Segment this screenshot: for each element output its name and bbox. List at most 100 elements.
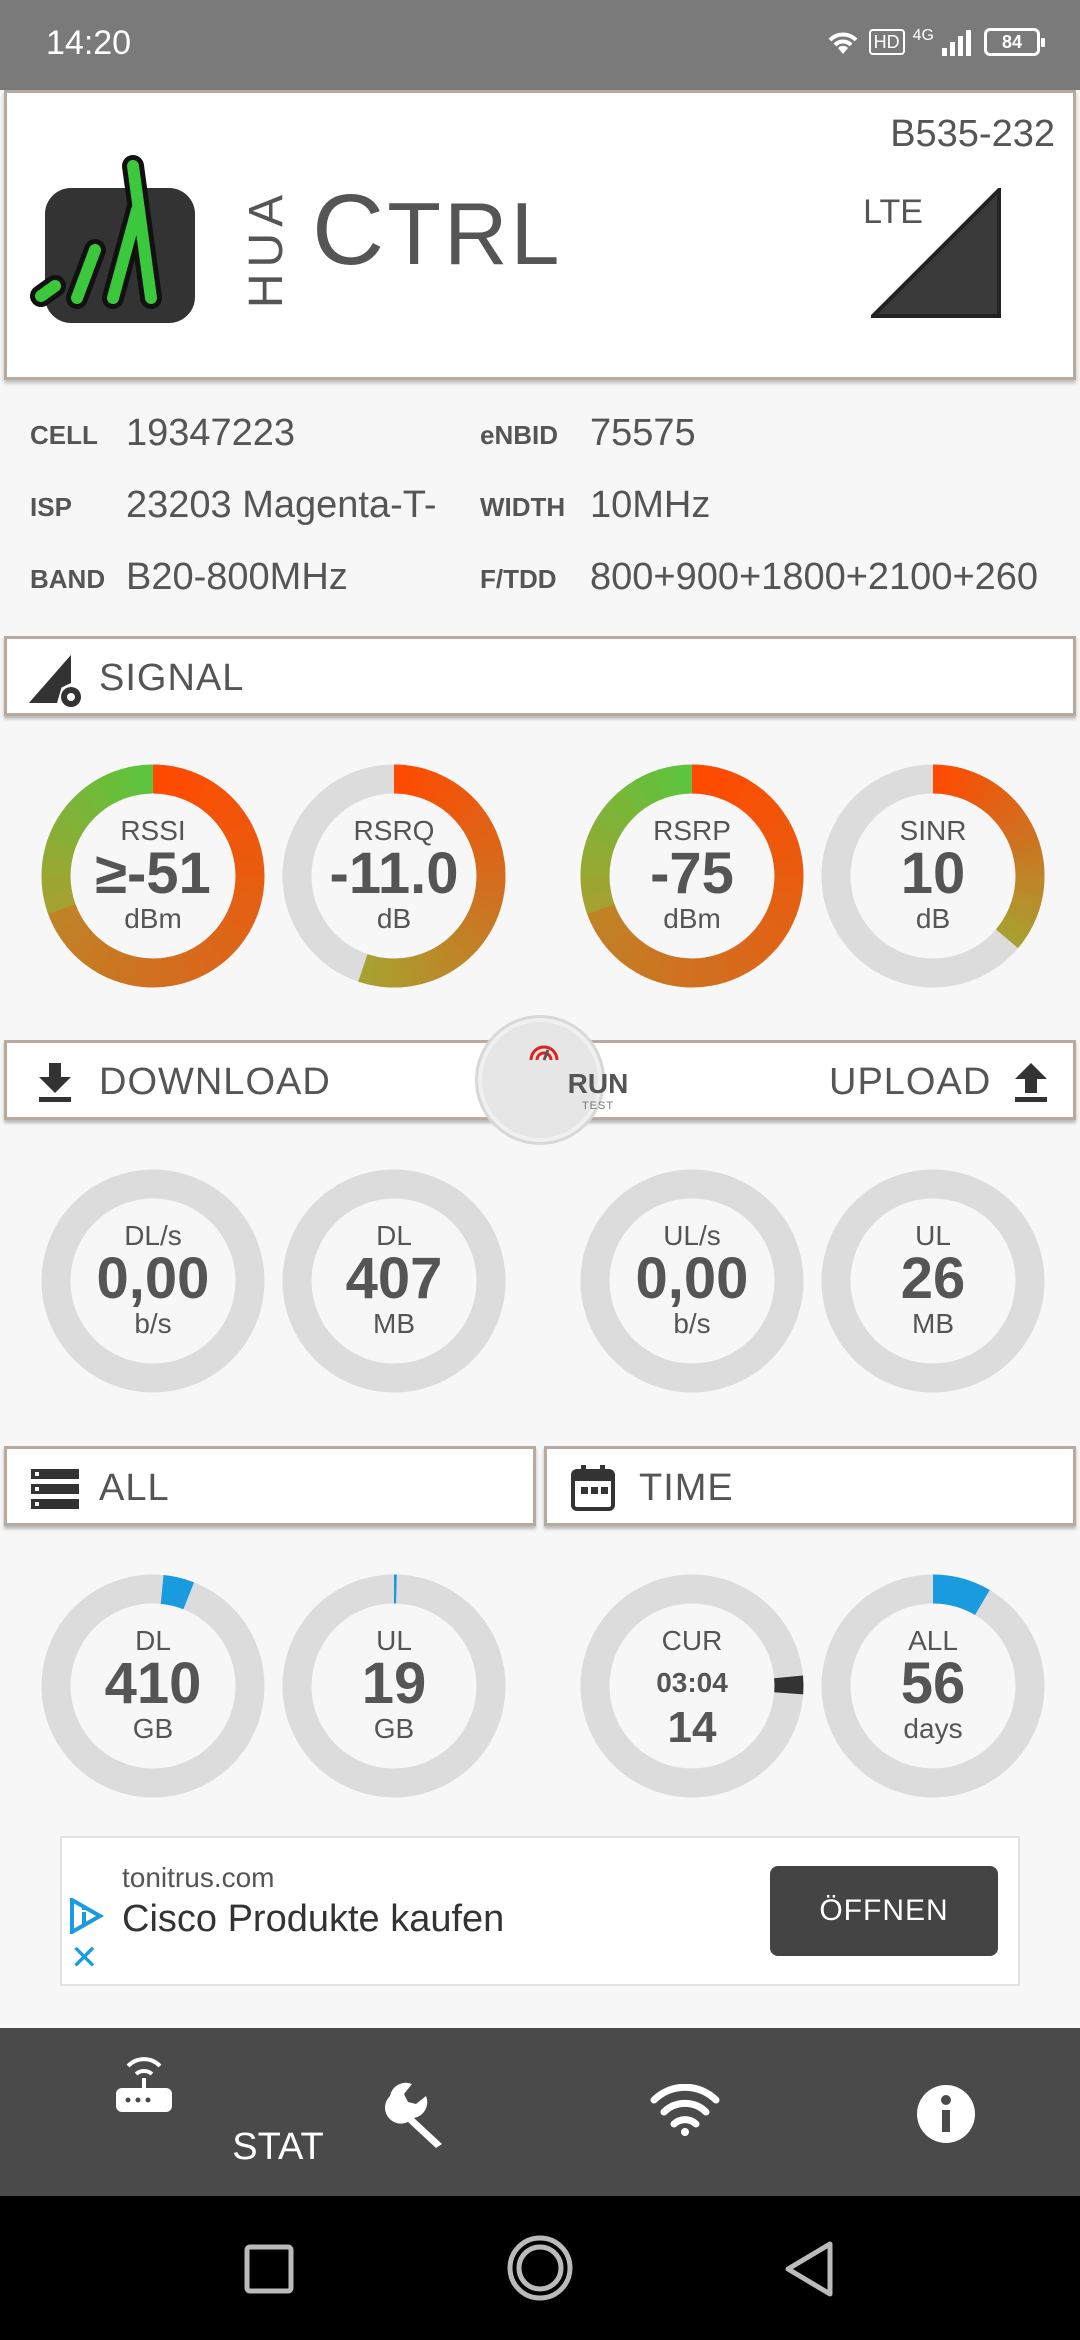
brand-name: CTRL xyxy=(312,173,562,288)
system-nav-bar xyxy=(0,2196,1080,2340)
gauge-level-segment xyxy=(438,782,465,813)
gauge-unit: GB xyxy=(132,1713,174,1744)
gauge-dl: DL 410 GB xyxy=(40,1573,266,1799)
info-row-cell: CELL 19347223 eNBID 75575 xyxy=(30,408,1080,468)
gauge-level-segment xyxy=(152,764,174,795)
gauge-value: 0,00 xyxy=(635,1246,749,1311)
cell-label: CELL xyxy=(30,420,98,450)
battery-icon: 84 xyxy=(984,28,1045,56)
gauge-level-segment xyxy=(379,957,393,988)
gauge-all: ALL 56 days xyxy=(820,1573,1046,1799)
run-test-button[interactable]: RUN TEST xyxy=(478,1018,628,1142)
gauge-level-segment xyxy=(401,765,417,796)
cell-value: 19347223 xyxy=(126,412,296,454)
gauge-value: 407 xyxy=(345,1246,443,1311)
download-icon[interactable] xyxy=(35,1061,75,1103)
gauge-marker xyxy=(932,1574,990,1616)
gauge-value: 410 xyxy=(104,1651,202,1716)
enbid-label: eNBID xyxy=(480,420,559,450)
width-value: 10MHz xyxy=(590,484,711,526)
gauge-level-segment xyxy=(417,769,438,800)
status-icons: HD 4G 84 xyxy=(825,27,1045,56)
gauge-uls: UL/s 0,00 b/s xyxy=(579,1168,805,1394)
ad-choices-icon[interactable] xyxy=(68,1898,104,1934)
gauge-level-segment xyxy=(744,790,779,825)
info-icon xyxy=(917,2085,975,2143)
info-row-band: BAND B20-800MHz F/TDD 800+900+1800+2100+… xyxy=(30,552,1080,612)
wifi-icon xyxy=(828,32,858,54)
gauge-dls: DL/s 0,00 b/s xyxy=(40,1168,266,1394)
ad-open-button[interactable]: ÖFFNEN xyxy=(770,1866,998,1956)
gauge-rssi: RSSI ≥-51 dBm xyxy=(40,763,266,989)
gauge-level-segment xyxy=(193,779,226,814)
all-label: ALL xyxy=(99,1467,170,1509)
gauge-level-segment xyxy=(167,766,193,799)
gauge-level-segment xyxy=(81,778,113,814)
gauge-level-segment xyxy=(165,953,192,987)
nav-tools[interactable] xyxy=(284,2028,554,2196)
gauge-level-segment xyxy=(635,946,665,981)
gauge-level-segment xyxy=(97,770,127,805)
gauge-cur: CUR 03:04 14 xyxy=(579,1573,805,1799)
nav-stat[interactable]: STAT xyxy=(8,2028,324,2196)
isp-label: ISP xyxy=(30,492,72,522)
home-icon[interactable] xyxy=(506,2234,574,2302)
gauge-unit: MB xyxy=(373,1308,415,1339)
time-section-header[interactable]: TIME xyxy=(544,1446,1076,1526)
gauge-marker xyxy=(160,1574,195,1610)
gauge-level-segment xyxy=(606,789,641,824)
bottom-nav: STAT xyxy=(0,2028,1080,2196)
signal-section-header[interactable]: SIGNAL xyxy=(4,636,1076,716)
gauge-level-segment xyxy=(66,927,101,962)
all-section-header[interactable]: ALL xyxy=(4,1446,536,1526)
ad-domain: tonitrus.com xyxy=(122,1862,275,1893)
gauge-level-segment xyxy=(180,771,210,806)
gauge-level-segment xyxy=(114,765,141,799)
gauge-ul: UL 26 MB xyxy=(820,1168,1046,1394)
ftdd-label: F/TDD xyxy=(480,564,557,594)
gauge-dl: DL 407 MB xyxy=(281,1168,507,1394)
gauge-level-segment xyxy=(409,766,428,798)
hd-badge: HD xyxy=(868,29,905,55)
cell-signal-icon xyxy=(942,30,971,56)
gauge-level-segment xyxy=(732,938,764,974)
brand-rest: TRL xyxy=(387,184,563,283)
gauge-level-segment xyxy=(204,928,239,963)
gauge-level-segment xyxy=(193,938,225,974)
gauge-level-segment xyxy=(429,946,453,977)
ftdd-value: 800+900+1800+2100+260 xyxy=(590,556,1039,598)
signal-strength-icon xyxy=(871,188,1001,318)
gauge-value: 14 xyxy=(667,1703,717,1752)
router-icon xyxy=(116,2057,172,2112)
gauge-level-segment xyxy=(358,954,377,985)
back-icon[interactable] xyxy=(782,2240,834,2298)
gauge-value: ≥-51 xyxy=(95,841,211,906)
app-header: HUA CTRL B535-232 LTE xyxy=(4,90,1076,380)
gauge-unit: GB xyxy=(373,1713,415,1744)
gauge-level-segment xyxy=(205,790,240,825)
nav-info[interactable] xyxy=(812,2028,1080,2196)
recents-icon[interactable] xyxy=(244,2244,294,2294)
info-row-isp: ISP 23203 Magenta-T- WIDTH 10MHz xyxy=(30,480,1080,540)
gauge-level-segment xyxy=(133,764,154,795)
gauge-level-segment xyxy=(113,953,139,986)
wrench-icon xyxy=(385,2082,442,2148)
ad-banner[interactable]: ✕ tonitrus.com Cisco Produkte kaufen ÖFF… xyxy=(60,1836,1020,1986)
gauge-value: 19 xyxy=(361,1651,427,1716)
gauge-sinr: SINR 10 dB xyxy=(820,763,1046,989)
isp-value: 23203 Magenta-T- xyxy=(126,484,437,526)
nav-wifi[interactable] xyxy=(550,2028,820,2196)
gauge-level-segment xyxy=(619,938,652,973)
gauge-value: -11.0 xyxy=(329,841,459,906)
gauge-unit: MB xyxy=(912,1308,954,1339)
run-label: RUN xyxy=(567,1068,629,1099)
gauge-level-segment xyxy=(652,953,678,986)
enbid-value: 75575 xyxy=(590,412,696,454)
upload-icon[interactable] xyxy=(1011,1061,1051,1103)
brand-prefix: HUA xyxy=(240,188,294,309)
gauge-level-segment xyxy=(743,928,778,963)
gauge-level-segment xyxy=(67,789,102,824)
gauge-unit: dB xyxy=(376,903,412,934)
ad-close-icon[interactable]: ✕ xyxy=(70,1938,99,1978)
gauge-unit: dBm xyxy=(663,903,721,934)
